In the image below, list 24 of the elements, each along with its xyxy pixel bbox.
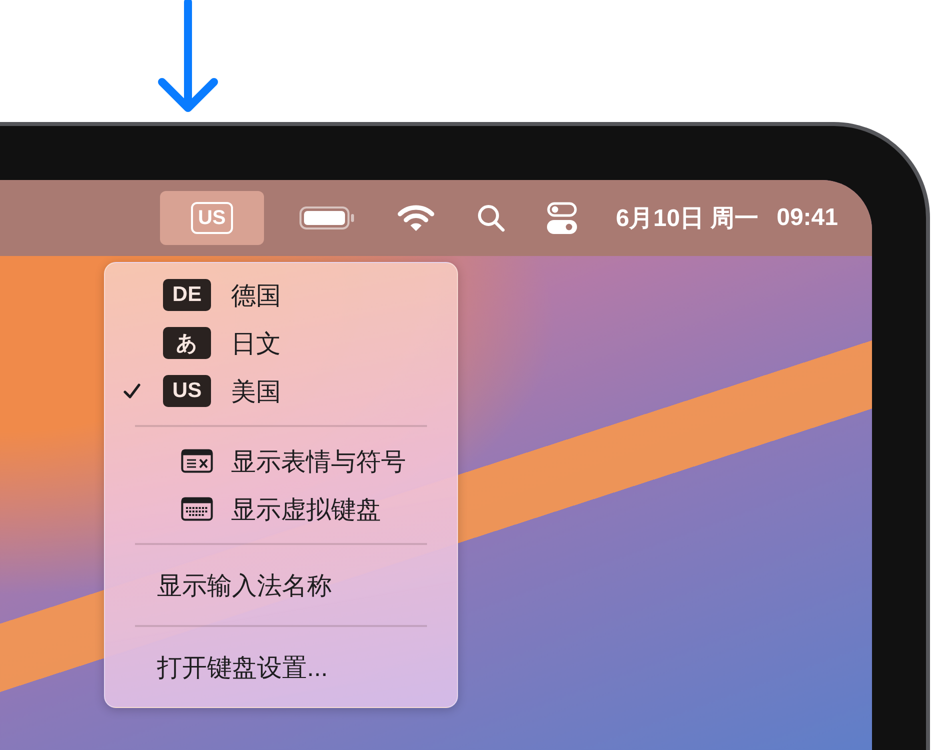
menu-item[interactable]: 显示表情与符号 <box>123 437 427 485</box>
menu-item-label: 日文 <box>231 328 281 360</box>
menu-bar-date[interactable]: 6月10日 周一 <box>616 202 759 234</box>
menu-item-label: 美国 <box>231 376 281 408</box>
down-arrow-icon <box>157 0 219 114</box>
menu-item[interactable]: 显示虚拟键盘 <box>123 485 427 533</box>
menu-item[interactable]: 显示输入法名称 <box>123 555 427 615</box>
menu-item[interactable]: 打开键盘设置... <box>123 637 427 697</box>
input-source-badge: US <box>163 375 211 407</box>
input-source-item[interactable]: US 美国 <box>123 367 427 415</box>
toggle-switches-icon[interactable] <box>546 202 577 234</box>
input-source-item[interactable]: あ 日文 <box>123 319 427 367</box>
input-source-badge: あ <box>163 327 211 359</box>
battery-icon[interactable] <box>298 206 355 230</box>
wifi-icon[interactable] <box>396 204 435 232</box>
menu-item-label: 显示虚拟键盘 <box>231 494 381 526</box>
keyboard-window-icon <box>181 497 213 521</box>
emoji-window-icon <box>181 449 213 473</box>
menu-item-label: 显示表情与符号 <box>231 446 406 478</box>
menu-item-label: 德国 <box>231 280 281 312</box>
input-source-badge: DE <box>163 279 211 311</box>
menu-bar-clock[interactable]: 09:41 <box>776 204 838 232</box>
input-source-item[interactable]: DE 德国 <box>123 271 427 319</box>
search-icon[interactable] <box>476 204 505 232</box>
